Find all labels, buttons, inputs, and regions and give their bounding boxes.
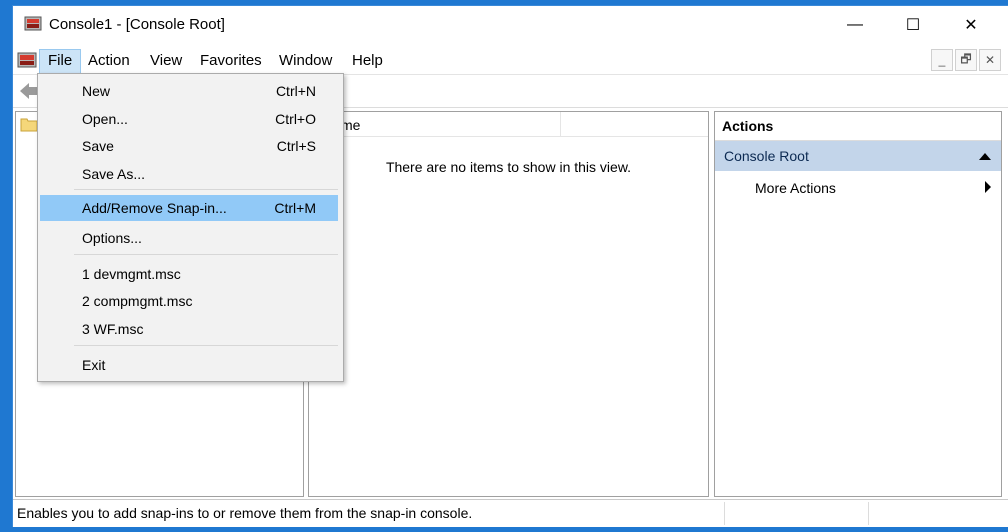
actions-pane: Actions Console Root More Actions	[714, 111, 1002, 497]
menu-item-label: Add/Remove Snap-in...	[82, 200, 227, 216]
menu-item-recent-2[interactable]: 2 compmgmt.msc	[40, 288, 338, 314]
mdi-close-button[interactable]: ✕	[979, 49, 1001, 71]
status-divider	[868, 502, 869, 525]
menu-window[interactable]: Window	[271, 50, 340, 74]
menu-item-options[interactable]: Options...	[40, 225, 338, 251]
minimize-button[interactable]: —	[826, 6, 884, 44]
submenu-arrow-icon[interactable]	[985, 181, 991, 193]
menu-item-open[interactable]: Open... Ctrl+O	[40, 106, 338, 132]
menu-item-new[interactable]: New Ctrl+N	[40, 78, 338, 104]
menu-item-label: Save As...	[82, 166, 146, 182]
results-pane[interactable]: me There are no items to show in this vi…	[308, 111, 709, 497]
actions-title: Actions	[722, 118, 774, 134]
more-actions-link[interactable]: More Actions	[755, 180, 836, 196]
status-bar: Enables you to add snap-ins to or remove…	[13, 499, 1008, 527]
mmc-app-icon	[24, 16, 42, 31]
column-header[interactable]: me	[309, 112, 708, 137]
status-divider	[724, 502, 725, 525]
menu-item-save-as[interactable]: Save As...	[40, 161, 338, 187]
mdi-restore-button[interactable]: 🗗	[955, 49, 977, 71]
file-menu-dropdown: New Ctrl+N Open... Ctrl+O Save Ctrl+S Sa…	[37, 73, 344, 382]
menu-item-label: Open...	[82, 111, 128, 127]
menu-item-save[interactable]: Save Ctrl+S	[40, 133, 338, 159]
menu-item-shortcut: Ctrl+O	[275, 111, 316, 127]
status-text: Enables you to add snap-ins to or remove…	[17, 505, 473, 521]
actions-section-label: Console Root	[724, 148, 809, 164]
menu-item-add-remove-snap-in[interactable]: Add/Remove Snap-in... Ctrl+M	[40, 195, 338, 221]
menu-item-shortcut: Ctrl+N	[275, 83, 316, 99]
menu-item-label: 2 compmgmt.msc	[82, 293, 193, 309]
menu-item-shortcut: Ctrl+S	[276, 138, 316, 154]
console-system-icon[interactable]	[17, 50, 37, 70]
actions-header: Actions	[715, 112, 1001, 141]
empty-view-message: There are no items to show in this view.	[385, 159, 632, 175]
folder-icon[interactable]	[20, 116, 38, 132]
title-bar[interactable]: Console1 - [Console Root] — ☐ ✕	[13, 6, 1008, 44]
menu-bar: File Action View Favorites Window Help _…	[13, 46, 1008, 75]
menu-item-exit[interactable]: Exit	[40, 352, 338, 378]
menu-view[interactable]: View	[142, 50, 190, 74]
menu-item-label: Save	[82, 138, 114, 154]
actions-section-console-root[interactable]: Console Root	[715, 141, 1001, 171]
menu-separator	[74, 189, 338, 190]
menu-item-label: Exit	[82, 357, 106, 373]
menu-file[interactable]: File	[39, 49, 82, 75]
menu-favorites[interactable]: Favorites	[192, 50, 270, 74]
column-divider[interactable]	[560, 112, 561, 136]
menu-item-recent-1[interactable]: 1 devmgmt.msc	[40, 261, 338, 287]
menu-item-shortcut: Ctrl+M	[274, 200, 316, 216]
menu-item-recent-3[interactable]: 3 WF.msc	[40, 316, 338, 342]
menu-item-label: Options...	[82, 230, 142, 246]
menu-item-label: 1 devmgmt.msc	[82, 266, 181, 282]
menu-help[interactable]: Help	[344, 50, 391, 74]
close-button[interactable]: ✕	[942, 6, 1000, 44]
maximize-button[interactable]: ☐	[884, 6, 942, 44]
menu-action[interactable]: Action	[80, 50, 138, 74]
collapse-triangle-icon[interactable]	[979, 153, 991, 160]
mdi-minimize-button[interactable]: _	[931, 49, 953, 71]
menu-separator	[74, 254, 338, 255]
menu-item-label: 3 WF.msc	[82, 321, 144, 337]
window-title: Console1 - [Console Root]	[49, 16, 225, 33]
menu-item-label: New	[82, 83, 111, 99]
menu-separator	[74, 345, 338, 346]
